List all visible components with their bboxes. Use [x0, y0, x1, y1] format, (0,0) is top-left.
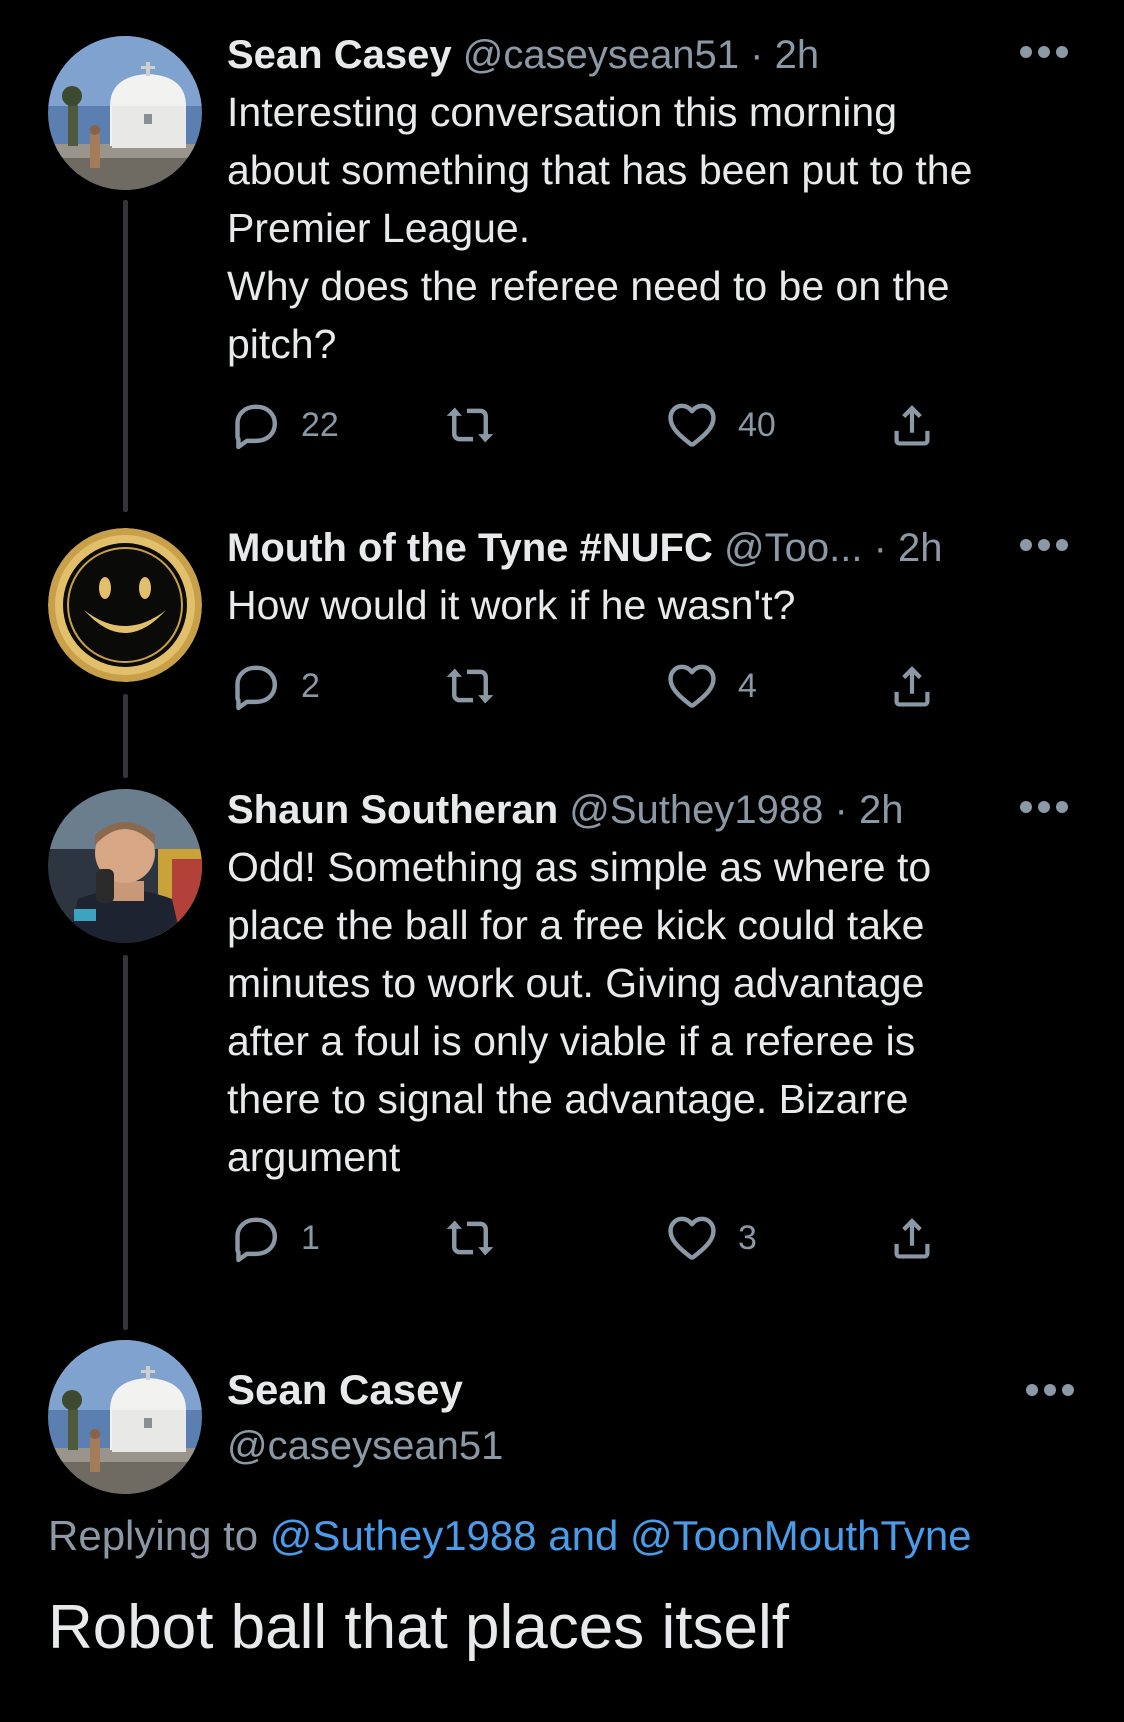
tweet-actions: 22 40: [227, 395, 1084, 455]
timestamp[interactable]: 2h: [859, 788, 904, 832]
author-handle[interactable]: @Too...: [724, 526, 862, 570]
tweet-header: Shaun Southeran @Suthey1988 · 2h: [227, 782, 1084, 838]
share-button[interactable]: [884, 395, 940, 455]
reply-icon: [227, 658, 283, 714]
reply-button[interactable]: 2: [227, 656, 320, 716]
author-handle[interactable]: @Suthey1988: [569, 788, 823, 832]
replying-to: Replying to @Suthey1988 and @ToonMouthTy…: [48, 1512, 972, 1560]
tweet-text: Interesting conversation this morning ab…: [227, 89, 973, 367]
reply-icon: [227, 397, 283, 453]
retweet-button[interactable]: [442, 1208, 498, 1268]
replying-prefix: Replying to: [48, 1512, 259, 1559]
separator-dot: ·: [873, 526, 887, 570]
gold-smiley-face-icon: [48, 528, 202, 682]
retweet-button[interactable]: [442, 656, 498, 716]
reply-count: 1: [301, 1218, 320, 1257]
author-name[interactable]: Shaun Southeran: [227, 788, 558, 832]
tweet-text: Odd! Something as simple as where to pla…: [227, 844, 932, 1180]
reply-button[interactable]: 22: [227, 395, 339, 455]
main-tweet-text: Robot ball that places itself: [48, 1593, 789, 1662]
avatar-sean-casey-main[interactable]: [48, 1340, 202, 1494]
share-icon: [884, 658, 940, 714]
tweet-header: Sean Casey @caseysean51 · 2h: [227, 27, 1084, 83]
tweet-1[interactable]: Sean Casey @caseysean51 · 2h Interesting…: [0, 0, 1124, 520]
timestamp[interactable]: 2h: [898, 526, 943, 570]
heart-icon: [664, 658, 720, 714]
share-icon: [884, 1210, 940, 1266]
timestamp[interactable]: 2h: [775, 33, 820, 77]
share-button[interactable]: [884, 656, 940, 716]
thread-line: [123, 955, 128, 1330]
tweet-header: Mouth of the Tyne #NUFC @Too... · 2h: [227, 520, 1084, 576]
like-button[interactable]: 40: [664, 395, 776, 455]
like-count: 3: [738, 1218, 757, 1257]
heart-icon: [664, 1210, 720, 1266]
author-name[interactable]: Mouth of the Tyne #NUFC: [227, 526, 713, 570]
reply-mention-link[interactable]: @Suthey1988: [270, 1512, 537, 1559]
thread-line: [123, 694, 128, 778]
reply-and[interactable]: and: [548, 1512, 618, 1559]
more-icon[interactable]: [1020, 1370, 1080, 1410]
author-handle[interactable]: @caseysean51: [463, 33, 739, 77]
like-button[interactable]: 3: [664, 1208, 757, 1268]
more-icon[interactable]: [1014, 786, 1074, 826]
share-button[interactable]: [884, 1208, 940, 1268]
like-button[interactable]: 4: [664, 656, 757, 716]
reply-icon: [227, 1210, 283, 1266]
tweet-actions: 2 4: [227, 656, 1084, 716]
main-tweet-header: Sean Casey @caseysean51: [227, 1362, 503, 1474]
reply-mention-link[interactable]: @ToonMouthTyne: [630, 1512, 972, 1559]
retweet-icon: [442, 1210, 498, 1266]
like-count: 40: [738, 405, 776, 444]
author-handle[interactable]: @caseysean51: [227, 1418, 503, 1474]
separator-dot: ·: [834, 788, 848, 832]
more-icon[interactable]: [1014, 524, 1074, 564]
share-icon: [884, 397, 940, 453]
avatar-mouth-of-the-tyne[interactable]: [48, 528, 202, 682]
tweet-2[interactable]: Mouth of the Tyne #NUFC @Too... · 2h How…: [0, 520, 1124, 785]
reply-count: 22: [301, 405, 339, 444]
man-portrait-photo-icon: [48, 789, 202, 943]
reply-button[interactable]: 1: [227, 1208, 320, 1268]
tweet-3[interactable]: Shaun Southeran @Suthey1988 · 2h Odd! So…: [0, 785, 1124, 1335]
tweet-text: How would it work if he wasn't?: [227, 582, 796, 628]
separator-dot: ·: [750, 33, 764, 77]
avatar-shaun-southeran[interactable]: [48, 789, 202, 943]
author-name[interactable]: Sean Casey: [227, 33, 452, 77]
heart-icon: [664, 397, 720, 453]
thread-line: [123, 200, 128, 512]
like-count: 4: [738, 666, 757, 705]
dome-building-photo-icon: [48, 36, 202, 190]
dome-building-photo-icon: [48, 1340, 202, 1494]
reply-count: 2: [301, 666, 320, 705]
retweet-icon: [442, 658, 498, 714]
avatar-sean-casey[interactable]: [48, 36, 202, 190]
author-name[interactable]: Sean Casey: [227, 1362, 503, 1418]
tweet-actions: 1 3: [227, 1208, 1084, 1268]
retweet-button[interactable]: [442, 395, 498, 455]
more-icon[interactable]: [1014, 31, 1074, 71]
retweet-icon: [442, 397, 498, 453]
